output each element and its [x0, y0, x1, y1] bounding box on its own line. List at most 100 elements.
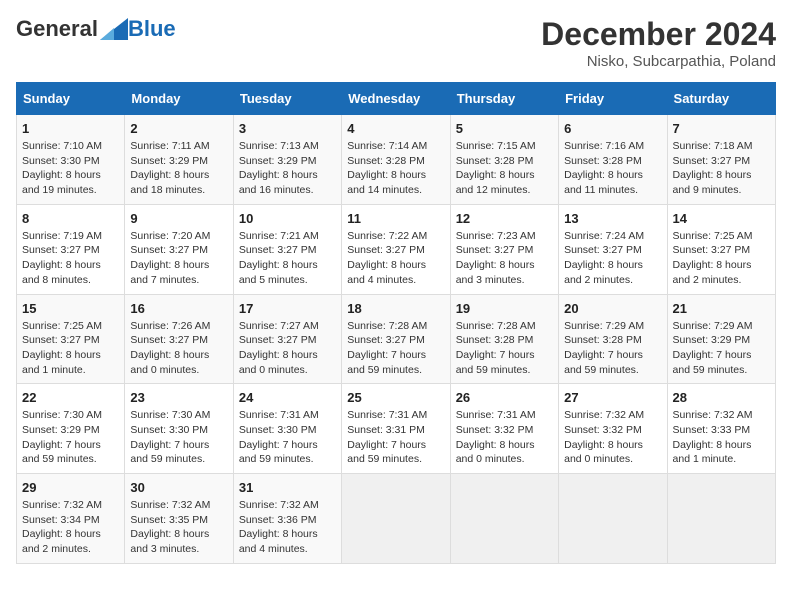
table-row: 6Sunrise: 7:16 AMSunset: 3:28 PMDaylight…: [559, 115, 667, 205]
cell-info: Sunrise: 7:18 AMSunset: 3:27 PMDaylight:…: [673, 140, 753, 196]
table-row: 16Sunrise: 7:26 AMSunset: 3:27 PMDayligh…: [125, 294, 233, 384]
day-number: 4: [347, 121, 444, 136]
day-number: 8: [22, 211, 119, 226]
cell-info: Sunrise: 7:14 AMSunset: 3:28 PMDaylight:…: [347, 140, 427, 196]
calendar-week-3: 22Sunrise: 7:30 AMSunset: 3:29 PMDayligh…: [17, 384, 776, 474]
cell-info: Sunrise: 7:10 AMSunset: 3:30 PMDaylight:…: [22, 140, 102, 196]
day-number: 26: [456, 390, 553, 405]
calendar-week-4: 29 Sunrise: 7:32 AMSunset: 3:34 PMDayligh…: [17, 474, 776, 564]
table-row: 25 Sunrise: 7:31 AMSunset: 3:31 PMDayligh…: [342, 384, 450, 474]
calendar-week-0: 1 Sunrise: 7:10 AMSunset: 3:30 PMDaylight…: [17, 115, 776, 205]
day-header-wednesday: Wednesday: [342, 83, 450, 115]
table-row: 4 Sunrise: 7:14 AMSunset: 3:28 PMDaylight…: [342, 115, 450, 205]
cell-info: Sunrise: 7:23 AMSunset: 3:27 PMDaylight:…: [456, 230, 536, 286]
table-row: 5Sunrise: 7:15 AMSunset: 3:28 PMDaylight…: [450, 115, 558, 205]
day-number: 29: [22, 480, 119, 495]
cell-info: Sunrise: 7:25 AMSunset: 3:27 PMDaylight:…: [22, 320, 102, 376]
calendar-week-2: 15 Sunrise: 7:25 AMSunset: 3:27 PMDayligh…: [17, 294, 776, 384]
table-row: 7 Sunrise: 7:18 AMSunset: 3:27 PMDaylight…: [667, 115, 775, 205]
day-number: 15: [22, 301, 119, 316]
cell-info: Sunrise: 7:13 AMSunset: 3:29 PMDaylight:…: [239, 140, 319, 196]
logo-area: General Blue: [16, 16, 176, 42]
table-row: [450, 474, 558, 564]
table-row: [667, 474, 775, 564]
day-number: 3: [239, 121, 336, 136]
cell-info: Sunrise: 7:22 AMSunset: 3:27 PMDaylight:…: [347, 230, 427, 286]
day-number: 31: [239, 480, 336, 495]
day-number: 27: [564, 390, 661, 405]
table-row: 27Sunrise: 7:32 AMSunset: 3:32 PMDayligh…: [559, 384, 667, 474]
day-number: 14: [673, 211, 770, 226]
cell-info: Sunrise: 7:28 AMSunset: 3:28 PMDaylight:…: [456, 320, 536, 376]
logo-blue: Blue: [128, 16, 176, 42]
day-number: 12: [456, 211, 553, 226]
table-row: 31 Sunrise: 7:32 AMSunset: 3:36 PMDayligh…: [233, 474, 341, 564]
calendar-table: SundayMondayTuesdayWednesdayThursdayFrid…: [16, 82, 776, 564]
calendar-week-1: 8 Sunrise: 7:19 AMSunset: 3:27 PMDaylight…: [17, 204, 776, 294]
location-subtitle: Nisko, Subcarpathia, Poland: [541, 53, 776, 70]
table-row: 10 Sunrise: 7:21 AMSunset: 3:27 PMDayligh…: [233, 204, 341, 294]
title-area: December 2024 Nisko, Subcarpathia, Polan…: [541, 16, 776, 70]
cell-info: Sunrise: 7:31 AMSunset: 3:31 PMDaylight:…: [347, 409, 427, 465]
table-row: 9Sunrise: 7:20 AMSunset: 3:27 PMDaylight…: [125, 204, 233, 294]
cell-info: Sunrise: 7:15 AMSunset: 3:28 PMDaylight:…: [456, 140, 536, 196]
cell-info: Sunrise: 7:21 AMSunset: 3:27 PMDaylight:…: [239, 230, 319, 286]
table-row: 26 Sunrise: 7:31 AMSunset: 3:32 PMDayligh…: [450, 384, 558, 474]
day-number: 16: [130, 301, 227, 316]
cell-info: Sunrise: 7:29 AMSunset: 3:29 PMDaylight:…: [673, 320, 753, 376]
day-number: 17: [239, 301, 336, 316]
day-header-sunday: Sunday: [17, 83, 125, 115]
day-number: 1: [22, 121, 119, 136]
day-header-friday: Friday: [559, 83, 667, 115]
day-header-thursday: Thursday: [450, 83, 558, 115]
month-title: December 2024: [541, 16, 776, 53]
day-number: 6: [564, 121, 661, 136]
cell-info: Sunrise: 7:19 AMSunset: 3:27 PMDaylight:…: [22, 230, 102, 286]
cell-info: Sunrise: 7:29 AMSunset: 3:28 PMDaylight:…: [564, 320, 644, 376]
day-number: 20: [564, 301, 661, 316]
table-row: 28Sunrise: 7:32 AMSunset: 3:33 PMDayligh…: [667, 384, 775, 474]
day-number: 10: [239, 211, 336, 226]
day-number: 22: [22, 390, 119, 405]
table-row: 1 Sunrise: 7:10 AMSunset: 3:30 PMDaylight…: [17, 115, 125, 205]
table-row: 12 Sunrise: 7:23 AMSunset: 3:27 PMDayligh…: [450, 204, 558, 294]
table-row: 29 Sunrise: 7:32 AMSunset: 3:34 PMDayligh…: [17, 474, 125, 564]
day-number: 24: [239, 390, 336, 405]
table-row: [559, 474, 667, 564]
day-number: 19: [456, 301, 553, 316]
cell-info: Sunrise: 7:32 AMSunset: 3:36 PMDaylight:…: [239, 499, 319, 555]
day-number: 7: [673, 121, 770, 136]
cell-info: Sunrise: 7:20 AMSunset: 3:27 PMDaylight:…: [130, 230, 210, 286]
table-row: 13 Sunrise: 7:24 AMSunset: 3:27 PMDayligh…: [559, 204, 667, 294]
table-row: 18Sunrise: 7:28 AMSunset: 3:27 PMDayligh…: [342, 294, 450, 384]
day-number: 21: [673, 301, 770, 316]
cell-info: Sunrise: 7:27 AMSunset: 3:27 PMDaylight:…: [239, 320, 319, 376]
logo-general: General: [16, 16, 98, 42]
table-row: 2 Sunrise: 7:11 AMSunset: 3:29 PMDaylight…: [125, 115, 233, 205]
cell-info: Sunrise: 7:11 AMSunset: 3:29 PMDaylight:…: [130, 140, 209, 196]
day-number: 11: [347, 211, 444, 226]
day-number: 13: [564, 211, 661, 226]
day-number: 2: [130, 121, 227, 136]
table-row: 20 Sunrise: 7:29 AMSunset: 3:28 PMDayligh…: [559, 294, 667, 384]
table-row: 30Sunrise: 7:32 AMSunset: 3:35 PMDayligh…: [125, 474, 233, 564]
calendar-header-row: SundayMondayTuesdayWednesdayThursdayFrid…: [17, 83, 776, 115]
cell-info: Sunrise: 7:28 AMSunset: 3:27 PMDaylight:…: [347, 320, 427, 376]
table-row: 21 Sunrise: 7:29 AMSunset: 3:29 PMDayligh…: [667, 294, 775, 384]
day-header-tuesday: Tuesday: [233, 83, 341, 115]
table-row: 19 Sunrise: 7:28 AMSunset: 3:28 PMDayligh…: [450, 294, 558, 384]
cell-info: Sunrise: 7:30 AMSunset: 3:30 PMDaylight:…: [130, 409, 210, 465]
table-row: 22Sunrise: 7:30 AMSunset: 3:29 PMDayligh…: [17, 384, 125, 474]
cell-info: Sunrise: 7:24 AMSunset: 3:27 PMDaylight:…: [564, 230, 644, 286]
table-row: 17 Sunrise: 7:27 AMSunset: 3:27 PMDayligh…: [233, 294, 341, 384]
cell-info: Sunrise: 7:32 AMSunset: 3:33 PMDaylight:…: [673, 409, 753, 465]
logo-icon: [100, 18, 128, 40]
day-header-saturday: Saturday: [667, 83, 775, 115]
table-row: [342, 474, 450, 564]
logo: General Blue: [16, 16, 176, 42]
cell-info: Sunrise: 7:32 AMSunset: 3:34 PMDaylight:…: [22, 499, 102, 555]
day-number: 25: [347, 390, 444, 405]
cell-info: Sunrise: 7:32 AMSunset: 3:35 PMDaylight:…: [130, 499, 210, 555]
table-row: 15 Sunrise: 7:25 AMSunset: 3:27 PMDayligh…: [17, 294, 125, 384]
cell-info: Sunrise: 7:31 AMSunset: 3:32 PMDaylight:…: [456, 409, 536, 465]
